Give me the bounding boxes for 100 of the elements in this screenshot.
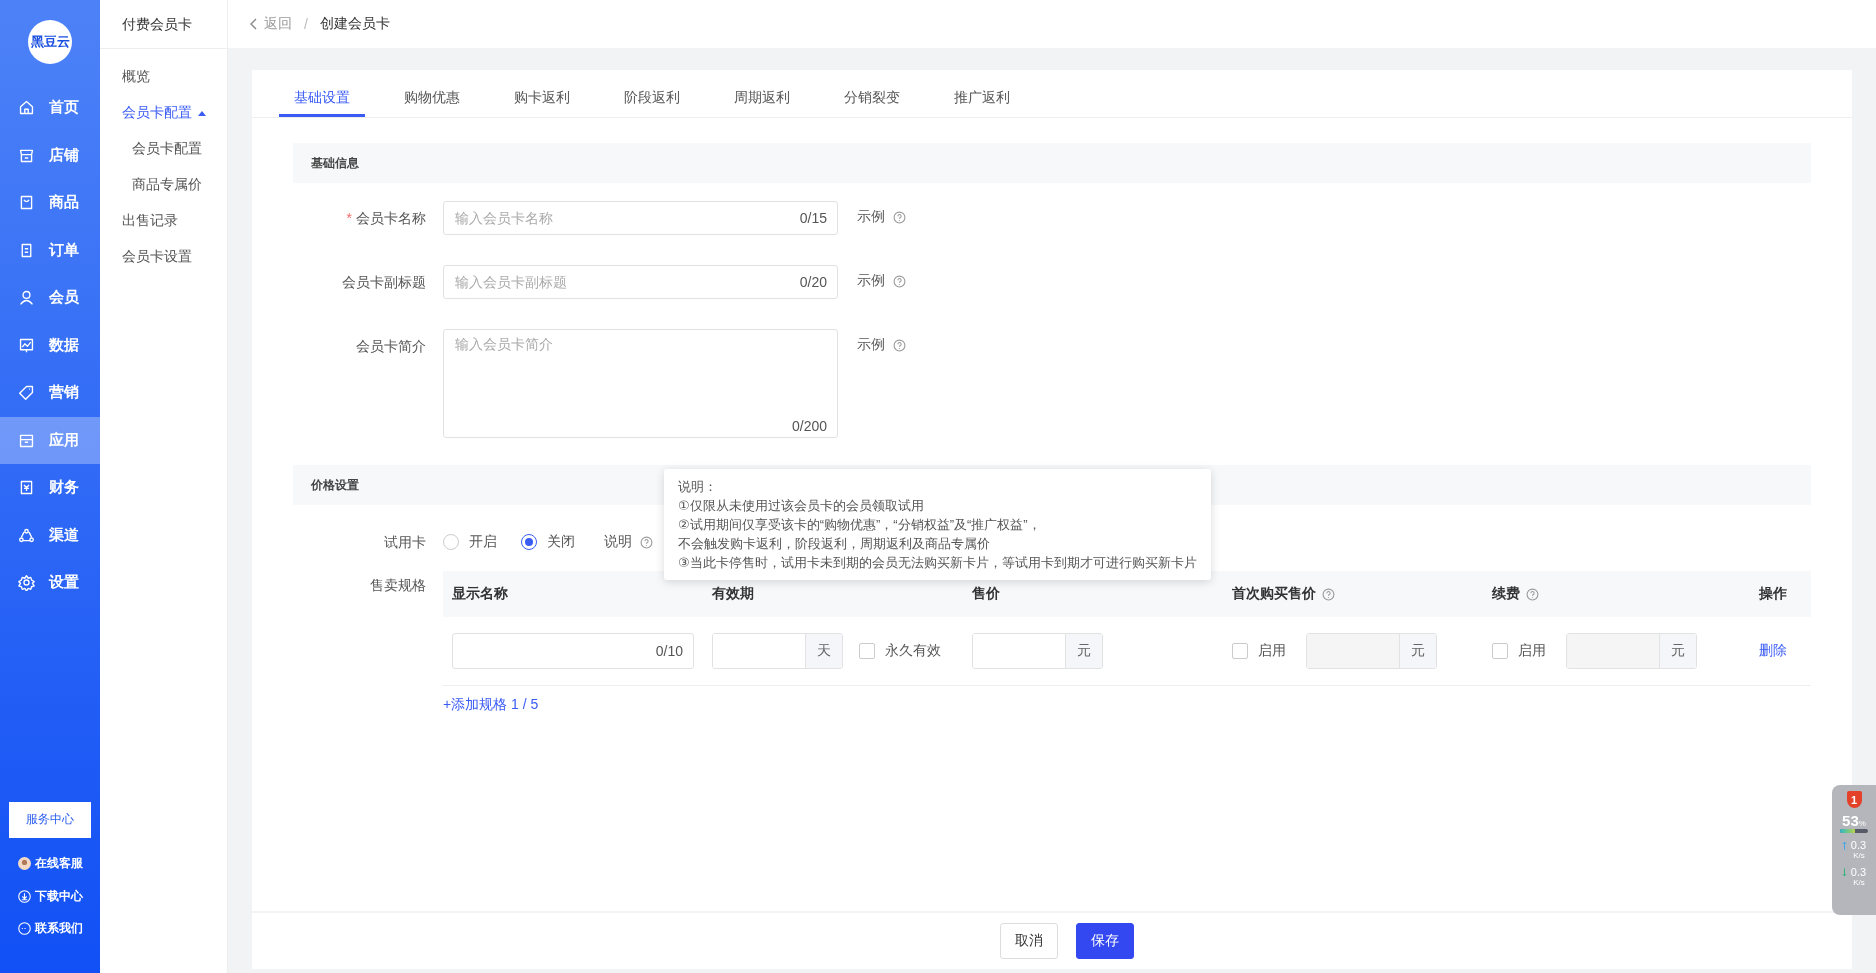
sub-nav-item[interactable]: 出售记录 <box>100 203 227 239</box>
nav-item[interactable]: 会员 <box>0 274 100 322</box>
nav-item[interactable]: 设置 <box>0 559 100 607</box>
tab[interactable]: 推广返利 <box>939 82 1025 117</box>
text-area-box[interactable]: 输入会员卡简介 0/200 <box>443 329 838 438</box>
sidebar-link[interactable]: 在线客服 <box>0 847 100 880</box>
download-icon <box>18 889 31 903</box>
sidebar-link[interactable]: 联系我们 <box>0 912 100 945</box>
up-arrow-icon <box>1841 840 1847 850</box>
sub-nav-item[interactable]: 商品专属价 <box>100 167 227 203</box>
shield-badge: 1 <box>1846 791 1862 808</box>
tab[interactable]: 阶段返利 <box>609 82 695 117</box>
field-label: 售卖规格 <box>370 577 426 593</box>
char-counter: 0/15 <box>799 210 828 226</box>
settings-icon <box>18 574 35 592</box>
column-header: 续费 <box>1492 585 1520 603</box>
field-label: 会员卡名称 <box>356 210 426 226</box>
char-counter: 0/20 <box>799 274 828 290</box>
help-icon[interactable] <box>893 339 906 352</box>
sub-navigation-title: 付费会员卡 <box>100 0 227 49</box>
nav-item[interactable]: 店铺 <box>0 131 100 179</box>
tab[interactable]: 周期返利 <box>719 82 805 117</box>
checkbox[interactable]: 启用 <box>1232 642 1286 660</box>
sub-nav-item[interactable]: 会员卡配置 <box>100 131 227 167</box>
help-icon[interactable] <box>893 275 906 288</box>
example-link[interactable]: 示例 <box>857 201 885 231</box>
tab[interactable]: 购物优惠 <box>389 82 475 117</box>
upload-speed: 0.3 <box>1850 839 1867 851</box>
column-header: 操作 <box>1759 585 1787 603</box>
cpu-percent: 53 <box>1842 812 1859 829</box>
field-label: 会员卡简介 <box>356 338 426 354</box>
nav-item[interactable]: 商品 <box>0 179 100 227</box>
field-label: 试用卡 <box>384 534 426 550</box>
chevron-left-icon <box>250 18 258 30</box>
channel-icon <box>18 526 35 544</box>
sub-nav-item[interactable]: 概览 <box>100 59 227 95</box>
unit-label: 元 <box>1065 634 1102 668</box>
input-group[interactable]: 天 <box>712 633 843 669</box>
input-field[interactable]: 输入会员卡名称 <box>444 202 800 234</box>
text-field[interactable]: 输入会员卡副标题 0/20 <box>443 265 838 299</box>
save-button[interactable]: 保存 <box>1076 923 1134 959</box>
nav-item[interactable]: 订单 <box>0 226 100 274</box>
nav-item[interactable]: 首页 <box>0 84 100 132</box>
chat-icon <box>18 922 31 936</box>
sub-nav-item[interactable]: 会员卡设置 <box>100 239 227 275</box>
checkbox[interactable]: 启用 <box>1492 642 1546 660</box>
radio-option[interactable]: 关闭 <box>521 533 575 551</box>
speed-unit: K/s <box>1853 851 1865 860</box>
example-link[interactable]: 示例 <box>857 265 885 295</box>
down-arrow-icon <box>1841 867 1847 877</box>
checkbox[interactable]: 永久有效 <box>859 642 941 660</box>
column-header: 有效期 <box>712 585 754 603</box>
note-label: 说明 <box>604 533 632 551</box>
required-mark: * <box>346 210 352 226</box>
nav-item[interactable]: 财务 <box>0 464 100 512</box>
column-header: 显示名称 <box>452 585 508 603</box>
logo: 黑豆云 <box>28 20 72 64</box>
input-group[interactable]: 元 <box>972 633 1103 669</box>
nav-item[interactable]: 渠道 <box>0 511 100 559</box>
tab[interactable]: 购卡返利 <box>499 82 585 117</box>
product-icon <box>18 194 35 212</box>
text-field[interactable]: 输入会员卡名称 0/15 <box>443 201 838 235</box>
help-icon[interactable] <box>640 535 653 549</box>
radio-option[interactable]: 开启 <box>443 533 497 551</box>
breadcrumb-current: 创建会员卡 <box>319 15 390 33</box>
sub-nav-item[interactable]: 会员卡配置 <box>100 95 227 131</box>
finance-icon <box>18 479 35 497</box>
unit-label: 元 <box>1399 634 1436 668</box>
help-icon[interactable] <box>1322 587 1335 601</box>
tab[interactable]: 分销裂变 <box>829 82 915 117</box>
nav-item[interactable]: 数据 <box>0 321 100 369</box>
field-label: 会员卡副标题 <box>342 274 426 290</box>
service-center-button[interactable]: 服务中心 <box>9 801 91 838</box>
nav-item[interactable]: 营销 <box>0 369 100 417</box>
char-counter: 0/200 <box>791 418 828 434</box>
download-speed: 0.3 <box>1850 866 1867 878</box>
column-header: 首次购买售价 <box>1232 585 1316 603</box>
column-header: 售价 <box>972 585 1000 603</box>
percent-unit: % <box>1858 819 1866 828</box>
section-header: 基础信息 <box>293 143 1811 183</box>
tab[interactable]: 基础设置 <box>279 82 365 117</box>
tooltip: 说明： ①仅限从未使用过该会员卡的会员领取试用 ②试用期间仅享受该卡的“购物优惠”，“分销权益”及“推广权益”， 不会触发购卡返利，阶段返利，周期返利及商品专属价 ③当此卡停售时，试用卡未到期的会员无法购买新卡片，等试用卡到期才可进行购买新卡片 <box>664 469 1211 580</box>
unit-label: 元 <box>1659 634 1696 668</box>
user-icon <box>18 289 35 307</box>
sidebar-link[interactable]: 下载中心 <box>0 880 100 913</box>
usage-meter <box>1840 829 1868 833</box>
avatar-icon <box>18 857 31 871</box>
help-icon[interactable] <box>893 211 906 224</box>
breadcrumb-separator: / <box>304 16 308 32</box>
cancel-button[interactable]: 取消 <box>1000 923 1058 959</box>
delete-link[interactable]: 删除 <box>1759 642 1787 660</box>
input-field[interactable]: 输入会员卡副标题 <box>444 266 800 298</box>
tag-icon <box>18 384 35 402</box>
help-icon[interactable] <box>1526 587 1539 601</box>
example-link[interactable]: 示例 <box>857 329 885 359</box>
chart-icon <box>18 336 35 354</box>
home-icon <box>18 99 35 117</box>
text-field[interactable]: 0/10 <box>452 633 694 669</box>
unit-label: 天 <box>805 634 842 668</box>
add-spec-link[interactable]: +添加规格 1 / 5 <box>443 696 539 714</box>
